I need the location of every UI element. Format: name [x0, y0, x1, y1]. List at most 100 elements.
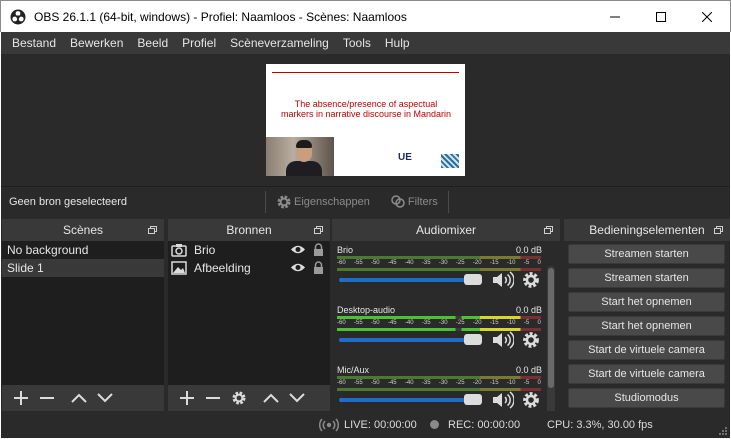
volume-meter [337, 256, 541, 259]
preview-canvas[interactable]: The absence/presence of aspectual marker… [266, 64, 465, 176]
menu-tools[interactable]: Tools [336, 32, 378, 54]
lock-icon[interactable] [313, 243, 324, 257]
preview-area[interactable]: The absence/presence of aspectual marker… [1, 54, 730, 185]
mixer-channel-desktop-audio: Desktop-audio 0.0 dB -60 -55 -50 -45 -40 -35 -30… [336, 305, 542, 365]
volume-slider-handle[interactable] [464, 394, 482, 405]
close-button[interactable] [684, 1, 730, 33]
undock-icon[interactable] [544, 226, 553, 234]
properties-label: Eigenschappen [294, 195, 370, 208]
meter-tick-label: -15 [489, 380, 499, 386]
mixer-title: Audiomixer [415, 223, 477, 237]
start-virtual-camera-button[interactable]: Start de virtuele camera [568, 364, 725, 384]
no-source-label: Geen bron geselecteerd [9, 195, 128, 208]
main-area: The absence/presence of aspectual marker… [1, 54, 730, 438]
chevron-up-icon [71, 393, 87, 403]
menu-sceneverzameling[interactable]: Scèneverzameling [223, 32, 336, 54]
studio-mode-button[interactable]: Studiomodus [568, 388, 725, 408]
undock-icon[interactable] [148, 226, 157, 234]
toolbar-divider [447, 190, 449, 213]
visibility-eye-icon[interactable] [290, 244, 306, 255]
channel-name: Mic/Aux [337, 365, 370, 375]
volume-slider[interactable] [339, 278, 467, 282]
meter-tick-label: -35 [421, 260, 431, 266]
mixer-header: Audiomixer [332, 219, 560, 241]
volume-slider[interactable] [339, 398, 467, 402]
camera-icon [171, 244, 187, 257]
meter-tick-label: -5 [523, 380, 530, 386]
menu-bewerken[interactable]: Bewerken [63, 32, 130, 54]
source-item-brio[interactable]: Brio [168, 241, 330, 259]
window-title: OBS 26.1.1 (64-bit, windows) - Profiel: … [34, 9, 407, 24]
minimize-icon [610, 16, 620, 17]
meter-tick-label: -20 [472, 320, 482, 326]
resize-grip-icon[interactable] [718, 426, 728, 436]
maximize-button[interactable] [638, 1, 684, 33]
scene-item[interactable]: No background [2, 241, 164, 259]
gear-icon[interactable] [522, 331, 540, 349]
lock-icon[interactable] [313, 261, 324, 275]
speaker-icon[interactable] [492, 331, 514, 349]
meter-ticks: -60 -55 -50 -45 -40 -35 -30 -25 -20 -15 -10 -5 0 [337, 260, 541, 266]
start-recording-button[interactable]: Start het opnemen [568, 292, 725, 312]
visibility-eye-icon[interactable] [290, 262, 306, 273]
volume-slider-handle[interactable] [464, 334, 482, 345]
chevron-down-icon [289, 393, 305, 403]
meter-tick-label: -30 [438, 380, 448, 386]
start-streaming-button[interactable]: Streamen starten [568, 268, 725, 288]
gear-icon [277, 195, 291, 208]
source-label: Afbeelding [194, 261, 251, 275]
meter-tick-label: -55 [353, 380, 363, 386]
meter-tick-label: -5 [523, 320, 530, 326]
mixer-scrollbar[interactable] [547, 266, 555, 427]
meter-tick-label: -60 [337, 380, 346, 386]
plus-icon [14, 391, 28, 405]
menu-hulp[interactable]: Hulp [378, 32, 417, 54]
move-source-up-button[interactable] [258, 387, 284, 409]
scenes-header: Scènes [2, 219, 164, 241]
undock-icon[interactable] [314, 226, 323, 234]
scene-item-selected[interactable]: Slide 1 [2, 259, 164, 277]
start-streaming-button[interactable]: Streamen starten [568, 244, 725, 264]
move-source-down-button[interactable] [284, 387, 310, 409]
obs-logo-icon [10, 9, 26, 24]
remove-source-button[interactable] [200, 387, 226, 409]
live-status: LIVE: 00:00:00 [319, 411, 417, 438]
remove-scene-button[interactable] [34, 387, 60, 409]
source-item-afbeelding[interactable]: Afbeelding [168, 259, 330, 277]
meter-tick-label: -15 [489, 260, 499, 266]
meter-tick-label: -35 [421, 380, 431, 386]
scenes-dock: Scènes No background Slide 1 [2, 219, 164, 411]
slide-title: The absence/presence of aspectual marker… [280, 99, 452, 119]
properties-button[interactable]: Eigenschappen [266, 194, 380, 210]
plus-icon [180, 391, 194, 405]
cpu-fps: CPU: 3.3%, 30.00 fps [547, 418, 653, 431]
gear-icon[interactable] [522, 391, 540, 409]
meter-tick-label: 0 [537, 260, 541, 266]
add-source-button[interactable] [174, 387, 200, 409]
source-properties-button[interactable] [226, 387, 252, 409]
meter-tick-label: -10 [506, 260, 516, 266]
menu-profiel[interactable]: Profiel [175, 32, 223, 54]
gear-icon[interactable] [522, 271, 540, 289]
start-virtual-camera-button[interactable]: Start de virtuele camera [568, 340, 725, 360]
filters-button[interactable]: Filters [380, 194, 448, 210]
menu-bestand[interactable]: Bestand [5, 32, 63, 54]
menu-beeld[interactable]: Beeld [130, 32, 175, 54]
volume-slider[interactable] [339, 338, 467, 342]
mixer-channels: Brio 0.0 dB -60 -55 -50 -45 -40 -35 -30 -25 -20 -15… [332, 241, 560, 427]
source-label: Brio [194, 243, 216, 257]
minus-icon [40, 397, 54, 399]
start-recording-button[interactable]: Start het opnemen [568, 316, 725, 336]
minimize-button[interactable] [592, 1, 638, 33]
volume-meter [337, 376, 541, 379]
meter-tick-label: -20 [472, 380, 482, 386]
move-scene-down-button[interactable] [92, 387, 118, 409]
speaker-icon[interactable] [492, 271, 514, 289]
meter-tick-label: -50 [370, 380, 380, 386]
add-scene-button[interactable] [8, 387, 34, 409]
speaker-icon[interactable] [492, 391, 514, 409]
undock-icon[interactable] [714, 226, 723, 234]
volume-slider-handle[interactable] [464, 274, 482, 285]
gear-icon [232, 391, 246, 405]
move-scene-up-button[interactable] [66, 387, 92, 409]
